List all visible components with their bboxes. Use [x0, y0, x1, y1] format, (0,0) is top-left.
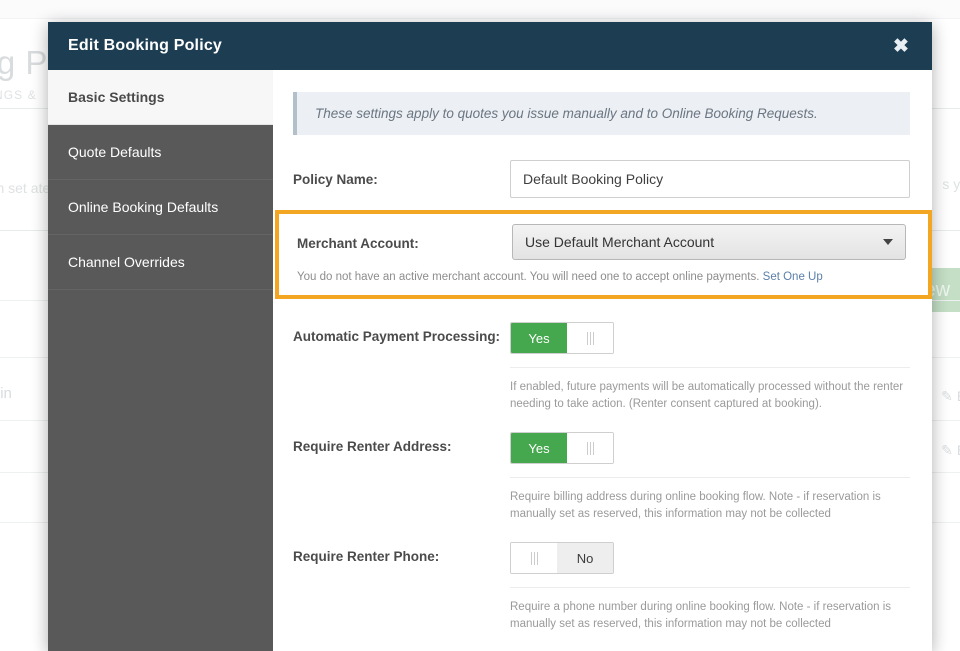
toggle-off-segment[interactable]: No — [557, 543, 613, 573]
toggle-on-segment[interactable]: Yes — [511, 433, 567, 463]
require-renter-address-field: Yes Require billing address during onlin… — [510, 427, 910, 523]
toggle-grip-handle[interactable] — [567, 323, 613, 353]
modal-header: Edit Booking Policy ✖ — [48, 22, 932, 70]
background-edit-link[interactable]: ✎Ed — [941, 388, 960, 405]
merchant-account-highlight: Merchant Account: Use Default Merchant A… — [275, 210, 932, 299]
pencil-icon: ✎ — [941, 388, 953, 404]
modal-sidebar: Basic Settings Quote Defaults Online Boo… — [48, 70, 273, 651]
grip-lines-icon — [531, 552, 538, 565]
merchant-account-label: Merchant Account: — [297, 224, 512, 253]
chevron-down-icon — [883, 239, 893, 245]
sidebar-item-label: Online Booking Defaults — [68, 199, 218, 215]
background-topbar — [0, 0, 960, 19]
automatic-payment-processing-row: Automatic Payment Processing: Yes If ena… — [293, 299, 910, 427]
merchant-account-selected-value: Use Default Merchant Account — [525, 234, 714, 250]
sidebar-item-label: Quote Defaults — [68, 144, 161, 160]
require-renter-address-label: Require Renter Address: — [293, 427, 510, 456]
toggle-grip-handle[interactable] — [511, 543, 557, 573]
info-banner: These settings apply to quotes you issue… — [293, 92, 910, 135]
modal-body: Basic Settings Quote Defaults Online Boo… — [48, 70, 932, 651]
sidebar-item-label: Channel Overrides — [68, 254, 185, 270]
edit-booking-policy-modal: Edit Booking Policy ✖ Basic Settings Quo… — [48, 22, 932, 651]
sidebar-filler — [48, 290, 273, 651]
sidebar-item-quote-defaults[interactable]: Quote Defaults — [48, 125, 273, 180]
sidebar-item-basic-settings[interactable]: Basic Settings — [48, 70, 273, 125]
grip-lines-icon — [587, 442, 594, 455]
automatic-payment-processing-label: Automatic Payment Processing: — [293, 317, 510, 346]
background-edit-link[interactable]: ✎Ed — [941, 442, 960, 459]
require-renter-phone-label: Require Renter Phone: — [293, 537, 510, 566]
grip-lines-icon — [587, 332, 594, 345]
set-one-up-link[interactable]: Set One Up — [763, 271, 823, 283]
require-renter-phone-field: No Require a phone number during online … — [510, 537, 910, 633]
automatic-payment-processing-field: Yes If enabled, future payments will be … — [510, 317, 910, 413]
sidebar-item-label: Basic Settings — [68, 89, 164, 105]
policy-name-input[interactable] — [510, 160, 910, 198]
merchant-account-field-wrap: Use Default Merchant Account — [512, 224, 906, 260]
policy-name-field-wrap — [510, 160, 910, 198]
automatic-payment-processing-help: If enabled, future payments will be auto… — [510, 367, 910, 413]
merchant-account-select[interactable]: Use Default Merchant Account — [512, 224, 906, 260]
require-renter-address-help: Require billing address during online bo… — [510, 477, 910, 523]
close-icon[interactable]: ✖ — [888, 33, 914, 59]
merchant-account-note: You do not have an active merchant accou… — [297, 269, 906, 285]
background-page-title: ng P — [0, 44, 48, 82]
background-breadcrumb: OKINGS & — [0, 88, 37, 102]
background-description-right: s yo — [942, 176, 960, 192]
sidebar-item-online-booking-defaults[interactable]: Online Booking Defaults — [48, 180, 273, 235]
automatic-payment-processing-toggle[interactable]: Yes — [510, 322, 614, 354]
policy-name-label: Policy Name: — [293, 160, 510, 189]
policy-name-row: Policy Name: — [293, 160, 910, 198]
toggle-on-segment[interactable]: Yes — [511, 323, 567, 353]
sidebar-item-channel-overrides[interactable]: Channel Overrides — [48, 235, 273, 290]
require-renter-phone-toggle[interactable]: No — [510, 542, 614, 574]
pencil-icon: ✎ — [941, 442, 953, 458]
toggle-grip-handle[interactable] — [567, 433, 613, 463]
merchant-account-row: Merchant Account: Use Default Merchant A… — [297, 224, 906, 260]
require-renter-phone-help: Require a phone number during online boo… — [510, 587, 910, 633]
modal-content: These settings apply to quotes you issue… — [273, 70, 932, 651]
require-renter-phone-row: Require Renter Phone: No Require a phone… — [293, 537, 910, 647]
modal-title: Edit Booking Policy — [68, 37, 222, 55]
merchant-account-note-text: You do not have an active merchant accou… — [297, 271, 759, 283]
require-renter-address-row: Require Renter Address: Yes Require bill… — [293, 427, 910, 537]
require-renter-address-toggle[interactable]: Yes — [510, 432, 614, 464]
background-row-label: Bookin — [0, 385, 12, 402]
